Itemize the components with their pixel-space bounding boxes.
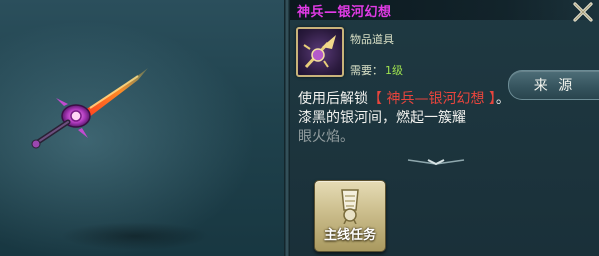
item-description: 使用后解锁【 神兵—银河幻想 】。 漆黑的银河间，燃起一簇耀 眼火焰。: [298, 90, 513, 147]
close-button[interactable]: [570, 0, 596, 24]
weapon-preview-panel: [0, 0, 284, 256]
title-bar: 神兵—银河幻想: [290, 0, 599, 20]
description-line3: 眼火焰。: [298, 129, 354, 145]
requirement-value: 1级: [385, 64, 403, 77]
item-type: 物品道具: [350, 33, 394, 46]
main-quest-button[interactable]: 主线任务: [314, 180, 386, 252]
item-title: 神兵—银河幻想: [297, 5, 392, 20]
item-info-panel: 神兵—银河幻想 物品道具 需要： 1级 来 源 使用后解锁【 神兵—银河幻想 】…: [290, 0, 599, 256]
weapon-item-icon: [296, 27, 344, 77]
description-highlight: 【 神兵—银河幻想 】: [368, 91, 496, 107]
weapon-model-image: [31, 68, 148, 149]
scroll-down-indicator: [407, 159, 465, 166]
description-prefix: 使用后解锁: [298, 91, 368, 107]
source-button[interactable]: 来 源: [508, 70, 599, 100]
ground-shadow: [60, 222, 210, 250]
close-icon: [573, 2, 593, 22]
description-line2: 漆黑的银河间，燃起一簇耀: [298, 110, 466, 126]
description-suffix: 。: [495, 91, 510, 107]
requirement-label: 需要：: [350, 64, 383, 77]
main-quest-label: 主线任务: [323, 228, 376, 243]
quest-scroll-icon: [341, 189, 359, 224]
